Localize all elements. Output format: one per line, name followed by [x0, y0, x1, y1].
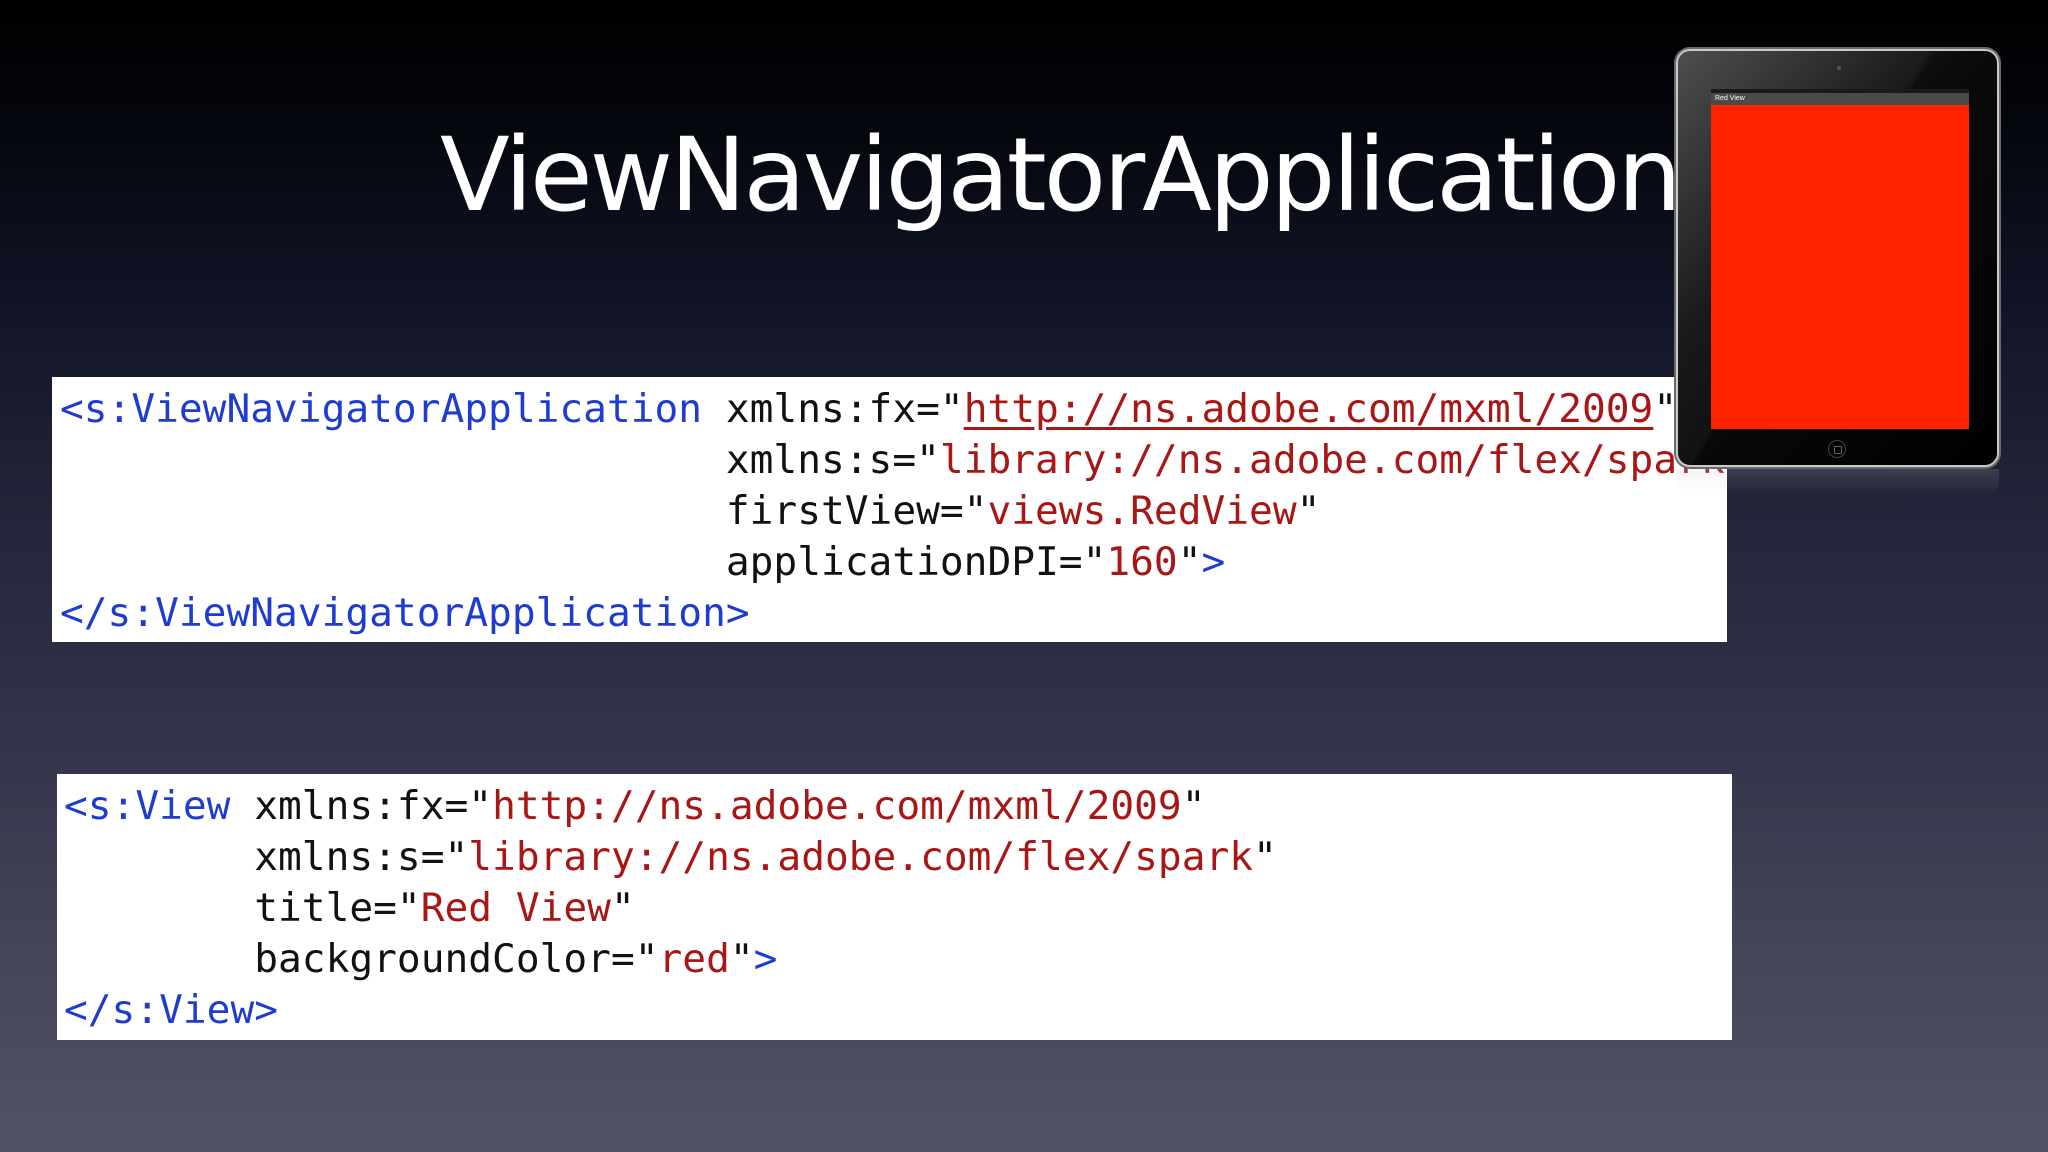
code-attribute: firstView="	[725, 488, 988, 534]
code-tag: <s:View	[64, 783, 231, 829]
code-attribute: xmlns:fx="	[230, 783, 493, 829]
code-line: backgroundColor="red">	[64, 934, 1732, 985]
code-attribute: xmlns:s="	[254, 834, 469, 880]
code-block-view: <s:View xmlns:fx="http://ns.adobe.com/mx…	[57, 774, 1732, 1040]
code-quote: "	[729, 936, 754, 982]
code-string-value: http://ns.adobe.com/mxml/2009	[492, 783, 1182, 829]
code-line: </s:View>	[64, 985, 1732, 1036]
code-link-value[interactable]: http://ns.adobe.com/mxml/2009	[964, 386, 1654, 432]
code-string-value: Red View	[420, 885, 611, 931]
tablet-device-mockup: Red View	[1676, 49, 1999, 467]
code-line: title="Red View"	[64, 883, 1732, 934]
home-button-icon	[1828, 440, 1846, 458]
code-line: xmlns:s="library://ns.adobe.com/flex/spa…	[60, 435, 1727, 486]
code-line: xmlns:s="library://ns.adobe.com/flex/spa…	[64, 832, 1732, 883]
code-string-value: red	[658, 936, 730, 982]
camera-icon	[1837, 66, 1841, 70]
code-tag-close: >	[1201, 539, 1226, 585]
code-block-application: <s:ViewNavigatorApplication xmlns:fx="ht…	[52, 377, 1727, 642]
slide-title: ViewNavigatorApplication	[440, 116, 1682, 235]
tablet-screen: Red View	[1711, 89, 1969, 429]
code-tag-close: >	[753, 936, 778, 982]
code-line: </s:ViewNavigatorApplication>	[60, 588, 1727, 639]
code-attribute: applicationDPI="	[725, 539, 1107, 585]
code-attribute: xmlns:fx="	[702, 386, 964, 432]
code-line: applicationDPI="160">	[60, 537, 1727, 588]
code-attribute: xmlns:s="	[725, 437, 940, 483]
code-tag: </s:View>	[64, 987, 279, 1033]
code-quote: "	[1253, 834, 1277, 880]
code-quote: "	[610, 885, 635, 931]
code-string-value: library://ns.adobe.com/flex/spark	[468, 834, 1254, 880]
code-string-value: 160	[1106, 539, 1178, 585]
code-quote: "	[1177, 539, 1202, 585]
code-attribute: backgroundColor="	[254, 936, 659, 982]
code-quote: "	[1653, 386, 1678, 432]
code-tag: </s:ViewNavigatorApplication>	[60, 590, 750, 636]
code-quote: "	[1181, 783, 1206, 829]
action-bar-title: Red View	[1711, 93, 1969, 105]
code-tag: <s:ViewNavigatorApplication	[60, 386, 703, 432]
code-string-value: library://ns.adobe.com/flex/spark	[939, 437, 1725, 483]
code-line: firstView="views.RedView"	[60, 486, 1727, 537]
code-quote: "	[1296, 488, 1321, 534]
code-line: <s:ViewNavigatorApplication xmlns:fx="ht…	[60, 384, 1727, 435]
tablet-reflection	[1676, 469, 1999, 495]
code-string-value: views.RedView	[987, 488, 1297, 534]
code-line: <s:View xmlns:fx="http://ns.adobe.com/mx…	[64, 781, 1732, 832]
code-attribute: title="	[254, 885, 421, 931]
